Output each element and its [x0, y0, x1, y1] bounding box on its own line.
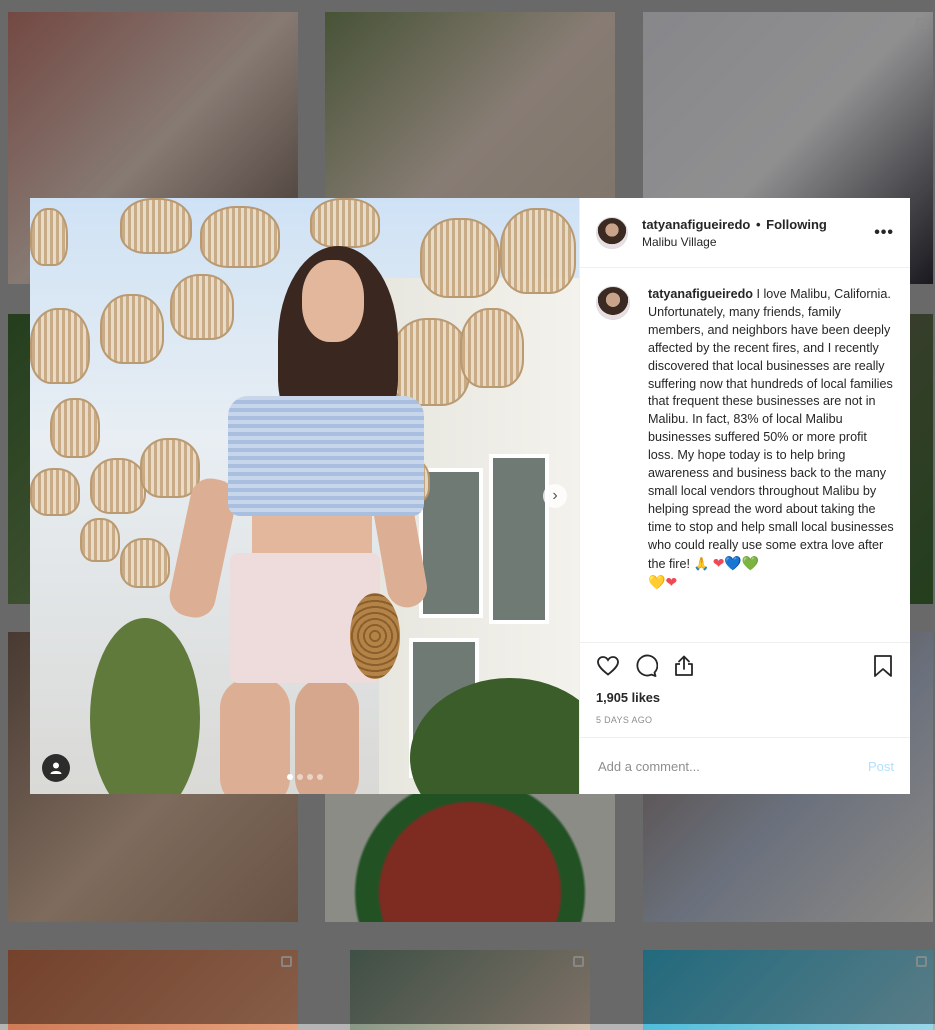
caption-text: I love Malibu, California. Unfortunately…: [648, 287, 894, 571]
praying-hands-emoji: 🙏: [693, 556, 710, 571]
likes-count[interactable]: 1,905 likes: [596, 690, 894, 705]
separator: •: [755, 216, 761, 232]
woven-bag: [350, 593, 400, 679]
heart-icon[interactable]: [596, 654, 620, 678]
carousel-next-button[interactable]: ›: [543, 484, 567, 508]
yellow-heart-emoji: 💛: [648, 573, 666, 590]
carousel-dot: [316, 774, 323, 780]
comment-form: Post: [580, 737, 910, 794]
avatar[interactable]: [596, 216, 628, 249]
username-link[interactable]: tatyanafigueiredo: [642, 217, 750, 232]
post-image[interactable]: ›: [30, 198, 579, 794]
carousel-dot: [286, 774, 293, 780]
blue-heart-emoji: 💙: [724, 554, 742, 571]
red-heart-emoji: ❤: [665, 573, 678, 590]
green-heart-emoji: 💚: [741, 554, 760, 571]
post-comment-button[interactable]: Post: [868, 759, 894, 774]
post-timestamp: 5 DAYS AGO: [596, 715, 653, 725]
share-icon[interactable]: [672, 654, 696, 678]
red-heart-emoji: ❤: [712, 554, 725, 571]
comment-input[interactable]: [596, 757, 868, 775]
caption: tatyanafigueiredo I love Malibu, Califor…: [648, 286, 894, 642]
comment-icon[interactable]: [634, 654, 658, 678]
caption-area: tatyanafigueiredo I love Malibu, Califor…: [580, 268, 910, 642]
carousel-indicator: [30, 774, 579, 780]
post-sidebar: tatyanafigueiredo • Following Malibu Vil…: [579, 198, 910, 794]
post-header: tatyanafigueiredo • Following Malibu Vil…: [580, 198, 910, 268]
chevron-right-icon: ›: [552, 487, 558, 504]
bookmark-icon[interactable]: [872, 654, 894, 678]
avatar[interactable]: [596, 286, 630, 320]
caption-username[interactable]: tatyanafigueiredo: [648, 287, 753, 301]
more-options-icon[interactable]: •••: [874, 224, 894, 242]
post-modal: › tatyanafigueiredo • Following Malibu V…: [30, 198, 910, 794]
carousel-dot: [306, 774, 313, 780]
following-button[interactable]: Following: [766, 217, 827, 232]
location-link[interactable]: Malibu Village: [642, 235, 874, 249]
carousel-dot: [296, 774, 303, 780]
action-bar: 1,905 likes 5 DAYS AGO: [580, 642, 910, 737]
user-icon: [50, 762, 62, 774]
